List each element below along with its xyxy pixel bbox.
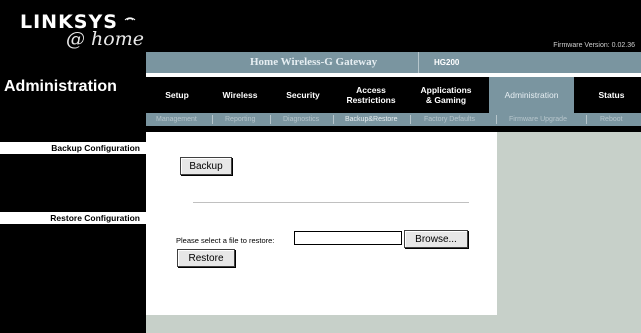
- section-divider: [193, 202, 469, 203]
- linksys-logo: LINKSYS @ home: [20, 8, 144, 50]
- tab-label: Security: [286, 90, 320, 100]
- section-title: Administration: [4, 78, 117, 95]
- header-top: Firmware Version: 0.02.36: [146, 0, 641, 52]
- firmware-version: Firmware Version: 0.02.36: [553, 42, 635, 49]
- subnav-reboot[interactable]: Reboot: [600, 113, 623, 126]
- backup-button[interactable]: Backup: [180, 157, 232, 175]
- subnav-management[interactable]: Management: [156, 113, 197, 126]
- product-divider: [418, 52, 419, 73]
- subnav-separator: [270, 115, 271, 124]
- browse-button[interactable]: Browse...: [404, 230, 468, 248]
- tab-label: Applications & Gaming: [420, 85, 472, 105]
- subnav-backup-restore[interactable]: Backup&Restore: [345, 113, 398, 126]
- subnav-firmware-upgrade[interactable]: Firmware Upgrade: [509, 113, 567, 126]
- content-area: Backup Please select a file to restore: …: [146, 132, 497, 315]
- subnav-separator: [586, 115, 587, 124]
- bottom-right-bar: [146, 315, 641, 333]
- tab-administration[interactable]: Administration: [489, 77, 574, 113]
- product-name: Home Wireless-G Gateway: [250, 56, 378, 68]
- file-path-input[interactable]: [294, 231, 402, 245]
- subnav-separator: [212, 115, 213, 124]
- router-admin-page: LINKSYS @ home Administration Firmware V…: [0, 0, 641, 333]
- tab-security[interactable]: Security: [272, 77, 334, 113]
- title-band: [146, 52, 641, 73]
- logo-sub-text: @ home: [66, 28, 144, 50]
- tab-applications-gaming[interactable]: Applications & Gaming: [408, 77, 484, 113]
- tab-label: Wireless: [222, 90, 258, 100]
- subnav-separator: [333, 115, 334, 124]
- right-panel: [497, 132, 641, 315]
- sub-nav: Management Reporting Diagnostics Backup&…: [146, 113, 641, 126]
- restore-button[interactable]: Restore: [177, 249, 235, 267]
- left-column: LINKSYS @ home Administration: [0, 0, 146, 333]
- main-nav: Setup Wireless Security Access Restricti…: [146, 77, 641, 113]
- tab-setup[interactable]: Setup: [146, 77, 208, 113]
- backup-config-label: Backup Configuration: [51, 143, 140, 153]
- tab-wireless[interactable]: Wireless: [208, 77, 272, 113]
- subnav-factory-defaults[interactable]: Factory Defaults: [424, 113, 475, 126]
- subnav-reporting[interactable]: Reporting: [225, 113, 255, 126]
- bottom-left-bar: [0, 315, 146, 333]
- tab-access-restrictions[interactable]: Access Restrictions: [334, 77, 408, 113]
- subnav-separator: [496, 115, 497, 124]
- tab-label: Status: [598, 90, 625, 100]
- logo-arc-icon: [124, 17, 136, 21]
- tab-status[interactable]: Status: [582, 77, 641, 113]
- file-select-label: Please select a file to restore:: [176, 236, 275, 245]
- subnav-separator: [410, 115, 411, 124]
- tab-label: Administration: [504, 90, 559, 100]
- restore-config-label: Restore Configuration: [50, 213, 140, 223]
- model-number: HG200: [434, 58, 460, 67]
- tab-label: Setup: [165, 90, 189, 100]
- subnav-diagnostics[interactable]: Diagnostics: [283, 113, 319, 126]
- tab-label: Access Restrictions: [346, 85, 396, 105]
